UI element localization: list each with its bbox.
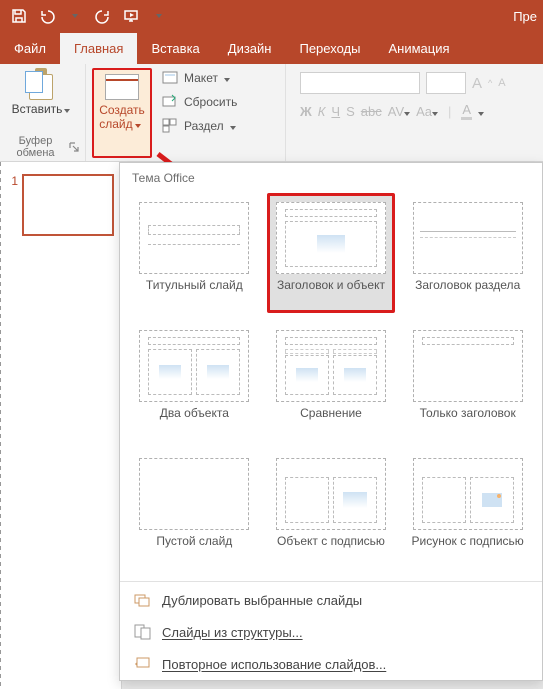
save-icon[interactable] <box>6 3 32 29</box>
menu-duplicate-slides[interactable]: Дублировать выбранные слайды <box>120 584 542 616</box>
strike-button[interactable]: abc <box>361 104 382 119</box>
layout-button[interactable]: Макет <box>158 68 241 88</box>
tab-home[interactable]: Главная <box>60 33 137 64</box>
case-button[interactable]: Aa <box>416 104 438 119</box>
slide-thumbnails-pane[interactable]: 1 <box>0 162 122 689</box>
italic-button[interactable]: К <box>318 104 326 119</box>
layout-two-content[interactable]: Два объекта <box>130 321 259 441</box>
layout-label: Заголовок раздела <box>415 278 520 306</box>
spacing-button[interactable]: AV <box>388 104 410 119</box>
chevron-down-icon <box>135 118 141 132</box>
slide-number: 1 <box>6 174 18 188</box>
reset-label: Сбросить <box>184 95 237 109</box>
slide-thumbnail-1[interactable]: 1 <box>0 172 121 238</box>
menu-slides-from-outline[interactable]: Слайды из структуры... <box>120 616 542 648</box>
shadow-button[interactable]: S <box>346 104 355 119</box>
layout-label: Макет <box>184 71 218 85</box>
content-area: 1 Тема Office Титульный слайд Заголовок … <box>0 162 543 689</box>
tab-file[interactable]: Файл <box>0 33 60 64</box>
layout-label: Сравнение <box>300 406 362 434</box>
slide-icon <box>105 74 139 100</box>
group-slides: Создать слайд Макет Сбросить Раздел <box>86 64 286 161</box>
window-title: Пре <box>513 9 537 24</box>
layout-label: Рисунок с подписью <box>412 534 524 562</box>
tab-animations[interactable]: Анимация <box>374 33 463 64</box>
menu-reuse-slides[interactable]: Повторное использование слайдов... <box>120 648 542 680</box>
gallery-theme-label: Тема Office <box>120 163 542 189</box>
layout-label: Два объекта <box>160 406 229 434</box>
layout-label: Заголовок и объект <box>277 278 385 306</box>
tab-design[interactable]: Дизайн <box>214 33 286 64</box>
paste-label: Вставить <box>12 102 63 116</box>
layout-label: Только заголовок <box>420 406 516 434</box>
underline-button[interactable]: Ч <box>331 104 340 119</box>
font-name-combo[interactable] <box>300 72 420 94</box>
undo-icon[interactable] <box>34 3 60 29</box>
menu-label: Повторное использование слайдов... <box>162 657 386 672</box>
chevron-down-icon <box>224 71 230 85</box>
font-color-button[interactable]: A <box>461 102 472 120</box>
qat-customize[interactable] <box>146 3 172 29</box>
group-clipboard-label: Буфер обмена <box>6 135 65 159</box>
duplicate-icon <box>134 592 152 608</box>
new-slide-label-2: слайд <box>99 118 132 132</box>
quick-access-toolbar <box>6 3 172 29</box>
new-slide-button[interactable]: Создать слайд <box>92 68 152 158</box>
page-torn-edge <box>0 162 1 689</box>
layout-blank[interactable]: Пустой слайд <box>130 449 259 569</box>
layout-label: Пустой слайд <box>156 534 232 562</box>
layout-label: Титульный слайд <box>146 278 243 306</box>
menu-label: Дублировать выбранные слайды <box>162 593 362 608</box>
layout-title-content[interactable]: Заголовок и объект <box>267 193 396 313</box>
group-font: A^ A Ж К Ч S abc AV Aa | A <box>286 64 543 161</box>
layout-picture-caption[interactable]: Рисунок с подписью <box>403 449 532 569</box>
clipboard-icon <box>25 68 57 100</box>
tab-insert[interactable]: Вставка <box>137 33 213 64</box>
layout-content-caption[interactable]: Объект с подписью <box>267 449 396 569</box>
layout-comparison[interactable]: Сравнение <box>267 321 396 441</box>
title-bar: Пре <box>0 0 543 32</box>
start-slideshow-icon[interactable] <box>118 3 144 29</box>
reset-icon <box>162 94 178 110</box>
section-label: Раздел <box>184 119 224 133</box>
ribbon-tabs: Файл Главная Вставка Дизайн Переходы Ани… <box>0 32 543 64</box>
shrink-font-button[interactable]: A <box>498 77 505 89</box>
undo-dropdown[interactable] <box>62 3 88 29</box>
grow-font-button[interactable]: A <box>472 75 482 92</box>
bold-button[interactable]: Ж <box>300 104 312 119</box>
section-button[interactable]: Раздел <box>158 116 241 136</box>
layout-icon <box>162 70 178 86</box>
menu-label: Слайды из структуры... <box>162 625 303 640</box>
clipboard-launcher[interactable] <box>69 142 79 152</box>
font-size-combo[interactable] <box>426 72 466 94</box>
reuse-icon <box>134 656 152 672</box>
group-clipboard: Вставить Буфер обмена <box>0 64 86 161</box>
chevron-down-icon <box>230 119 236 133</box>
slide-preview <box>22 174 114 236</box>
layout-title-slide[interactable]: Титульный слайд <box>130 193 259 313</box>
layout-title-only[interactable]: Только заголовок <box>403 321 532 441</box>
new-slide-gallery: Тема Office Титульный слайд Заголовок и … <box>119 162 543 681</box>
layout-label: Объект с подписью <box>277 534 385 562</box>
paste-button[interactable]: Вставить <box>6 68 76 116</box>
reset-button[interactable]: Сбросить <box>158 92 241 112</box>
ribbon: Вставить Буфер обмена Создать слайд Маке… <box>0 64 543 162</box>
chevron-down-icon <box>64 102 70 116</box>
redo-icon[interactable] <box>90 3 116 29</box>
new-slide-label-1: Создать <box>99 104 145 118</box>
outline-icon <box>134 624 152 640</box>
section-icon <box>162 118 178 134</box>
tab-transitions[interactable]: Переходы <box>285 33 374 64</box>
layout-section-header[interactable]: Заголовок раздела <box>403 193 532 313</box>
